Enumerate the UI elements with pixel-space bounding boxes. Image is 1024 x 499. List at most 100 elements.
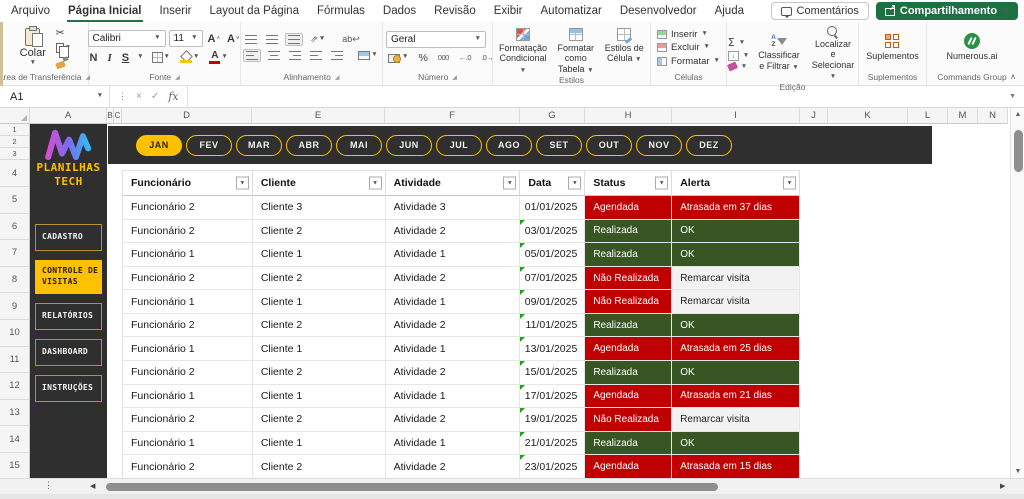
row-header-2[interactable]: 2 [0, 136, 30, 148]
cliente-cell[interactable]: Cliente 1 [253, 290, 386, 314]
column-header-k[interactable]: K [828, 108, 908, 124]
cliente-cell[interactable]: Cliente 2 [253, 455, 386, 478]
addins-button[interactable]: Suplementos [863, 33, 922, 62]
alerta-cell[interactable]: Atrasada em 15 dias [672, 455, 800, 478]
row-header-15[interactable]: 15 [0, 453, 30, 480]
status-cell[interactable]: Não Realizada [585, 267, 672, 291]
funcionario-cell[interactable]: Funcionário 2 [123, 455, 253, 478]
filter-button-funcionario[interactable]: ▼ [236, 177, 249, 190]
comments-button[interactable]: Comentários [771, 2, 869, 20]
month-tab-dez[interactable]: DEZ [686, 135, 732, 156]
sidebar-item-cadastro[interactable]: CADASTRO [35, 224, 102, 251]
alerta-cell[interactable]: Atrasada em 37 dias [672, 196, 800, 220]
cliente-cell[interactable]: Cliente 2 [253, 220, 386, 244]
sort-filter-button[interactable]: AZ Classificar e Filtrar ▼ [755, 34, 803, 72]
column-header-g[interactable]: G [520, 108, 585, 124]
alerta-cell[interactable]: Remarcar visita [672, 290, 800, 314]
vertical-scrollbar[interactable]: ▲ ▼ [1010, 108, 1024, 478]
fill-button[interactable]: ↓▼ [728, 51, 749, 61]
atividade-cell[interactable]: Atividade 2 [386, 455, 521, 478]
accounting-format-button[interactable]: ▼ [386, 52, 410, 64]
atividade-cell[interactable]: Atividade 2 [386, 408, 521, 432]
scroll-down-icon[interactable]: ▼ [1011, 468, 1024, 475]
insert-function-button[interactable]: fx [168, 90, 178, 103]
cut-button[interactable]: ✂ [54, 26, 67, 40]
column-header-c[interactable]: C [114, 108, 122, 124]
status-cell[interactable]: Realizada [585, 432, 672, 456]
format-cells-button[interactable]: Formatar▼ [657, 56, 720, 67]
filter-button-status[interactable]: ▼ [655, 177, 668, 190]
decrease-indent-button[interactable] [308, 50, 324, 61]
align-middle-button[interactable] [264, 34, 280, 45]
row-header-8[interactable]: 8 [0, 267, 30, 294]
sidebar-item-controle-de-visitas[interactable]: CONTROLE DE VISITAS [35, 260, 102, 294]
scroll-up-icon[interactable]: ▲ [1011, 111, 1024, 118]
sidebar-item-instrucoes[interactable]: INSTRUÇÕES [35, 375, 102, 402]
data-cell[interactable]: 01/01/2025 [520, 196, 585, 220]
data-cell[interactable]: 23/01/2025 [520, 455, 585, 478]
clear-button[interactable]: ▼ [728, 63, 747, 70]
status-cell[interactable]: Agendada [585, 196, 672, 220]
column-header-f[interactable]: F [385, 108, 520, 124]
insert-cells-button[interactable]: Inserir▼ [657, 29, 708, 40]
funcionario-cell[interactable]: Funcionário 2 [123, 408, 253, 432]
comma-style-button[interactable]: 000 [436, 52, 451, 63]
atividade-cell[interactable]: Atividade 2 [386, 314, 521, 338]
atividade-cell[interactable]: Atividade 1 [386, 243, 521, 267]
menu-tab-inserir[interactable]: Inserir [151, 0, 201, 22]
row-header-3[interactable]: 3 [0, 148, 30, 160]
menu-tab-desenvolvedor[interactable]: Desenvolvedor [611, 0, 706, 22]
paste-button[interactable]: Colar ▼ [15, 28, 51, 67]
atividade-cell[interactable]: Atividade 1 [386, 432, 521, 456]
column-header-h[interactable]: H [585, 108, 672, 124]
month-tab-jul[interactable]: JUL [436, 135, 482, 156]
name-box[interactable]: A1 ▼ [0, 86, 110, 107]
orientation-button[interactable]: ⇗▼ [308, 33, 327, 46]
row-header-11[interactable]: 11 [0, 347, 30, 374]
funcionario-cell[interactable]: Funcionário 2 [123, 267, 253, 291]
funcionario-cell[interactable]: Funcionário 1 [123, 290, 253, 314]
italic-button[interactable]: I [105, 51, 113, 65]
atividade-cell[interactable]: Atividade 1 [386, 290, 521, 314]
horizontal-scroll-thumb[interactable] [106, 483, 718, 491]
menu-tab-revisao[interactable]: Revisão [425, 0, 485, 22]
menu-tab-arquivo[interactable]: Arquivo [2, 0, 59, 22]
scroll-left-icon[interactable]: ◀ [90, 482, 95, 490]
menu-tab-exibir[interactable]: Exibir [485, 0, 532, 22]
copy-button[interactable]: ▼ [54, 42, 73, 54]
cliente-cell[interactable]: Cliente 1 [253, 385, 386, 409]
increase-indent-button[interactable] [329, 50, 345, 61]
data-cell[interactable]: 17/01/2025 [520, 385, 585, 409]
alerta-cell[interactable]: Atrasada em 25 dias [672, 337, 800, 361]
month-tab-mai[interactable]: MAI [336, 135, 382, 156]
cancel-entry-icon[interactable]: × [136, 91, 142, 102]
select-all-corner[interactable]: ◢ [0, 108, 30, 124]
confirm-entry-icon[interactable]: ✓ [151, 91, 159, 102]
funcionario-cell[interactable]: Funcionário 1 [123, 337, 253, 361]
cliente-cell[interactable]: Cliente 2 [253, 314, 386, 338]
increase-decimal-button[interactable]: ←.0 [457, 52, 473, 63]
atividade-cell[interactable]: Atividade 2 [386, 220, 521, 244]
numerous-ai-button[interactable]: Numerous.ai [943, 32, 1000, 62]
cell-styles-button[interactable]: Estilos de Célula ▼ [602, 27, 647, 65]
number-format-select[interactable]: Geral▼ [386, 31, 486, 48]
month-tab-abr[interactable]: ABR [286, 135, 332, 156]
bold-button[interactable]: N [88, 51, 100, 65]
status-cell[interactable]: Realizada [585, 361, 672, 385]
data-cell[interactable]: 09/01/2025 [520, 290, 585, 314]
delete-cells-button[interactable]: Excluir▼ [657, 42, 710, 53]
funcionario-cell[interactable]: Funcionário 1 [123, 243, 253, 267]
percent-button[interactable]: % [416, 51, 429, 65]
column-header-a[interactable]: A [30, 108, 107, 124]
status-cell[interactable]: Realizada [585, 314, 672, 338]
status-cell[interactable]: Agendada [585, 385, 672, 409]
row-header-1[interactable]: 1 [0, 124, 30, 136]
menu-tab-pagina-inicial[interactable]: Página Inicial [59, 0, 151, 22]
dialog-launcher-icon[interactable]: ◢ [452, 74, 457, 81]
horizontal-scrollbar[interactable]: ⋮ ◀ ▶ [0, 478, 1024, 494]
borders-button[interactable]: ▼ [150, 51, 172, 64]
column-header-d[interactable]: D [122, 108, 252, 124]
alerta-cell[interactable]: Remarcar visita [672, 267, 800, 291]
data-cell[interactable]: 13/01/2025 [520, 337, 585, 361]
alerta-cell[interactable]: OK [672, 243, 800, 267]
